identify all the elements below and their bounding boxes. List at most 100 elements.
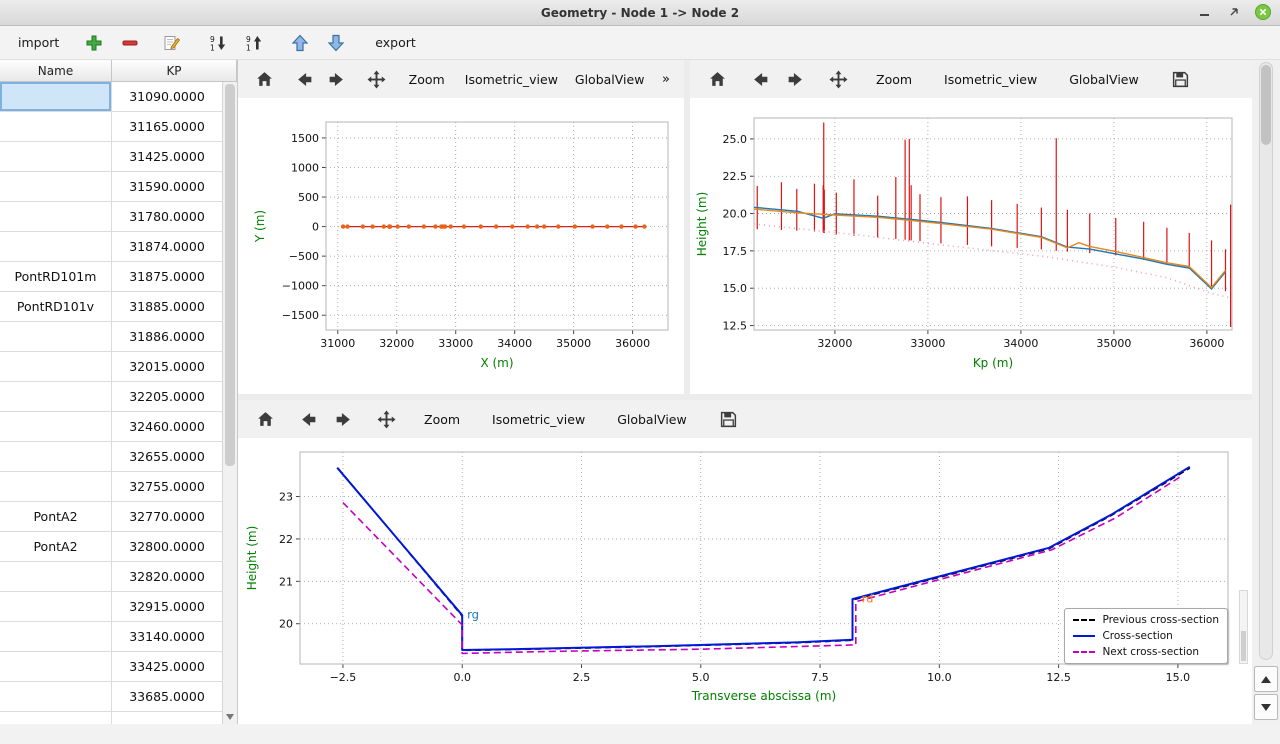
kp-cell[interactable]: 33685.0000 [112, 682, 222, 711]
move-up-button[interactable] [285, 30, 315, 56]
name-cell[interactable] [0, 712, 112, 724]
kp-cell[interactable]: 32655.0000 [112, 442, 222, 471]
name-cell[interactable] [0, 142, 112, 171]
table-row[interactable]: 31090.0000 [0, 82, 222, 112]
name-cell[interactable] [0, 382, 112, 411]
save-button[interactable] [1165, 65, 1196, 93]
table-row[interactable]: 31425.0000 [0, 142, 222, 172]
name-cell[interactable] [0, 622, 112, 651]
table-row[interactable]: PontRD101m31875.0000 [0, 262, 222, 292]
table-row[interactable]: 31590.0000 [0, 172, 222, 202]
table-scrollbar[interactable] [222, 82, 237, 724]
pane-scrollbar-thumb[interactable] [1241, 631, 1246, 661]
import-button[interactable]: import [12, 30, 65, 56]
name-cell[interactable] [0, 682, 112, 711]
kp-cell[interactable]: 33140.0000 [112, 622, 222, 651]
name-cell[interactable] [0, 352, 112, 381]
vertical-scrollbar-thumb[interactable] [1261, 65, 1271, 145]
plan-view-chart[interactable]: 3100032000330003400035000360001500100050… [238, 98, 684, 390]
name-cell[interactable] [0, 652, 112, 681]
kp-cell[interactable]: 32770.0000 [112, 502, 222, 531]
save-button[interactable] [713, 405, 744, 433]
table-row[interactable] [0, 712, 222, 724]
back-button[interactable] [290, 65, 318, 93]
column-header-kp[interactable]: KP [112, 60, 237, 81]
name-cell[interactable] [0, 232, 112, 261]
back-button[interactable] [745, 65, 776, 93]
table-row[interactable]: 33425.0000 [0, 652, 222, 682]
maximize-button[interactable] [1225, 4, 1243, 22]
table-row[interactable]: PontRD101v31885.0000 [0, 292, 222, 322]
kp-cell[interactable]: 31425.0000 [112, 142, 222, 171]
pan-button[interactable] [371, 405, 402, 433]
name-cell[interactable]: PontA2 [0, 502, 112, 531]
pane-scrollbar[interactable] [1239, 590, 1248, 664]
home-button[interactable] [702, 65, 733, 93]
table-row[interactable]: 32655.0000 [0, 442, 222, 472]
kp-cell[interactable]: 32460.0000 [112, 412, 222, 441]
home-button[interactable] [250, 405, 281, 433]
cross-section-chart[interactable]: −2.50.02.55.07.510.012.515.023222120rgrd… [238, 438, 1246, 724]
global-view-button[interactable]: GlobalView [607, 405, 697, 433]
name-cell[interactable] [0, 202, 112, 231]
kp-cell[interactable]: 32205.0000 [112, 382, 222, 411]
table-row[interactable]: 31165.0000 [0, 112, 222, 142]
name-cell[interactable] [0, 592, 112, 621]
sort-ascending-button[interactable]: 91 [239, 30, 269, 56]
global-view-button[interactable]: GlobalView [1059, 65, 1149, 93]
kp-cell[interactable]: 31165.0000 [112, 112, 222, 141]
column-header-name[interactable]: Name [0, 60, 112, 81]
table-row[interactable]: 32205.0000 [0, 382, 222, 412]
name-cell[interactable] [0, 172, 112, 201]
isometric-view-button[interactable]: Isometric_view [482, 405, 595, 433]
vertical-scrollbar[interactable] [1259, 62, 1273, 660]
pan-button[interactable] [362, 65, 390, 93]
table-row[interactable]: 32015.0000 [0, 352, 222, 382]
toolbar-overflow-button[interactable]: » [652, 65, 680, 93]
kp-cell[interactable]: 32800.0000 [112, 532, 222, 561]
kp-cell[interactable]: 31874.0000 [112, 232, 222, 261]
back-button[interactable] [293, 405, 324, 433]
table-row[interactable]: 32915.0000 [0, 592, 222, 622]
table-scrollbar-thumb[interactable] [225, 84, 235, 466]
kp-cell[interactable]: 31090.0000 [112, 82, 222, 111]
longitudinal-profile-chart[interactable]: 320003300034000350003600025.022.520.017.… [690, 98, 1248, 390]
kp-cell[interactable]: 31885.0000 [112, 292, 222, 321]
pan-button[interactable] [823, 65, 854, 93]
kp-cell[interactable]: 31780.0000 [112, 202, 222, 231]
name-cell[interactable] [0, 112, 112, 141]
table-row[interactable]: PontA232800.0000 [0, 532, 222, 562]
minimize-button[interactable] [1196, 4, 1214, 22]
scroll-up-button[interactable] [1254, 666, 1278, 692]
scroll-down-button[interactable] [1254, 694, 1278, 720]
kp-cell[interactable] [112, 712, 222, 724]
table-row[interactable]: 33140.0000 [0, 622, 222, 652]
zoom-button[interactable]: Zoom [402, 65, 451, 93]
table-row[interactable]: 31886.0000 [0, 322, 222, 352]
table-row[interactable]: 32755.0000 [0, 472, 222, 502]
add-button[interactable] [79, 30, 109, 56]
kp-cell[interactable]: 32015.0000 [112, 352, 222, 381]
sort-descending-button[interactable]: 91 [203, 30, 233, 56]
kp-cell[interactable]: 32820.0000 [112, 562, 222, 591]
global-view-button[interactable]: GlobalView [571, 65, 648, 93]
kp-cell[interactable]: 33425.0000 [112, 652, 222, 681]
name-cell[interactable] [0, 82, 112, 111]
name-cell[interactable] [0, 412, 112, 441]
zoom-button[interactable]: Zoom [866, 65, 922, 93]
table-row[interactable]: 32460.0000 [0, 412, 222, 442]
kp-cell[interactable]: 31590.0000 [112, 172, 222, 201]
table-row[interactable]: 32820.0000 [0, 562, 222, 592]
forward-button[interactable] [322, 65, 350, 93]
name-cell[interactable] [0, 562, 112, 591]
kp-cell[interactable]: 31886.0000 [112, 322, 222, 351]
name-cell[interactable] [0, 472, 112, 501]
kp-cell[interactable]: 31875.0000 [112, 262, 222, 291]
move-down-button[interactable] [321, 30, 351, 56]
table-row[interactable]: 31780.0000 [0, 202, 222, 232]
table-row[interactable]: PontA232770.0000 [0, 502, 222, 532]
titlebar[interactable]: Geometry - Node 1 -> Node 2 [0, 0, 1280, 26]
forward-button[interactable] [780, 65, 811, 93]
isometric-view-button[interactable]: Isometric_view [934, 65, 1047, 93]
name-cell[interactable]: PontRD101m [0, 262, 112, 291]
